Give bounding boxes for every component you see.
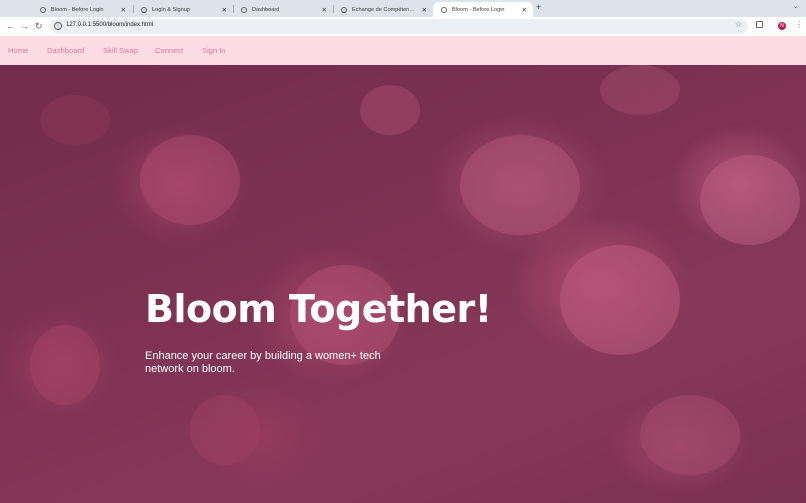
close-icon[interactable]: ✕	[422, 6, 427, 14]
tab-title: Bloom - Before Login	[452, 6, 505, 13]
hero-overlay	[0, 65, 806, 503]
tab-title: Login & Signup	[152, 6, 190, 13]
browser-tab[interactable]: Bloom - Before Login ✕	[32, 2, 132, 17]
globe-icon	[341, 6, 347, 13]
globe-icon	[141, 6, 147, 13]
star-icon[interactable]: ☆	[735, 20, 742, 29]
forward-arrow-icon[interactable]: →	[20, 20, 29, 32]
hero-subtitle: Enhance your career by building a women+…	[145, 350, 381, 375]
site-navbar: Home Dashboard Skill Swap Connect Sign I…	[0, 36, 806, 65]
browser-tab[interactable]: Échange de Compétences - S ✕	[333, 2, 433, 17]
close-icon[interactable]: ✕	[121, 6, 126, 14]
browser-tab-active[interactable]: Bloom - Before Login ✕	[433, 2, 533, 17]
close-icon[interactable]: ✕	[522, 6, 527, 14]
nav-link-dashboard[interactable]: Dashboard	[47, 46, 84, 55]
back-arrow-icon[interactable]: ←	[6, 20, 15, 32]
site-info-icon[interactable]: i	[54, 22, 62, 30]
profile-avatar[interactable]: N	[778, 22, 786, 30]
browser-tab-strip: Bloom - Before Login ✕ Login & Signup ✕ …	[0, 0, 806, 17]
url-text[interactable]: 127.0.0.1:5500/bloom/index.html	[66, 22, 153, 28]
tab-title: Bloom - Before Login	[51, 6, 104, 13]
tab-title: Dashboard	[252, 6, 280, 13]
browser-tab[interactable]: Dashboard ✕	[233, 2, 333, 17]
new-tab-button[interactable]: +	[536, 2, 541, 12]
globe-icon	[441, 6, 447, 13]
tab-title: Échange de Compétences - S	[352, 6, 418, 13]
address-bar[interactable]: i 127.0.0.1:5500/bloom/index.html ☆	[50, 19, 748, 34]
nav-link-home[interactable]: Home	[8, 46, 28, 55]
nav-link-skill-swap[interactable]: Skill Swap	[103, 46, 138, 55]
chevron-down-icon[interactable]: ⌄	[793, 3, 798, 10]
globe-icon	[241, 6, 247, 13]
reload-icon[interactable]: ↻	[35, 20, 43, 32]
hero-title: Bloom Together!	[145, 287, 492, 331]
close-icon[interactable]: ✕	[322, 6, 327, 14]
browser-toolbar: ← → ↻ i 127.0.0.1:5500/bloom/index.html …	[0, 17, 806, 36]
hero-section: Bloom Together! Enhance your career by b…	[0, 65, 806, 503]
more-menu-icon[interactable]: ⋮	[795, 20, 803, 29]
nav-link-sign-in[interactable]: Sign In	[202, 46, 226, 55]
nav-link-connect[interactable]: Connect	[155, 46, 183, 55]
globe-icon	[40, 6, 46, 13]
extensions-icon[interactable]	[756, 21, 763, 28]
close-icon[interactable]: ✕	[222, 6, 227, 14]
browser-tab[interactable]: Login & Signup ✕	[133, 2, 233, 17]
